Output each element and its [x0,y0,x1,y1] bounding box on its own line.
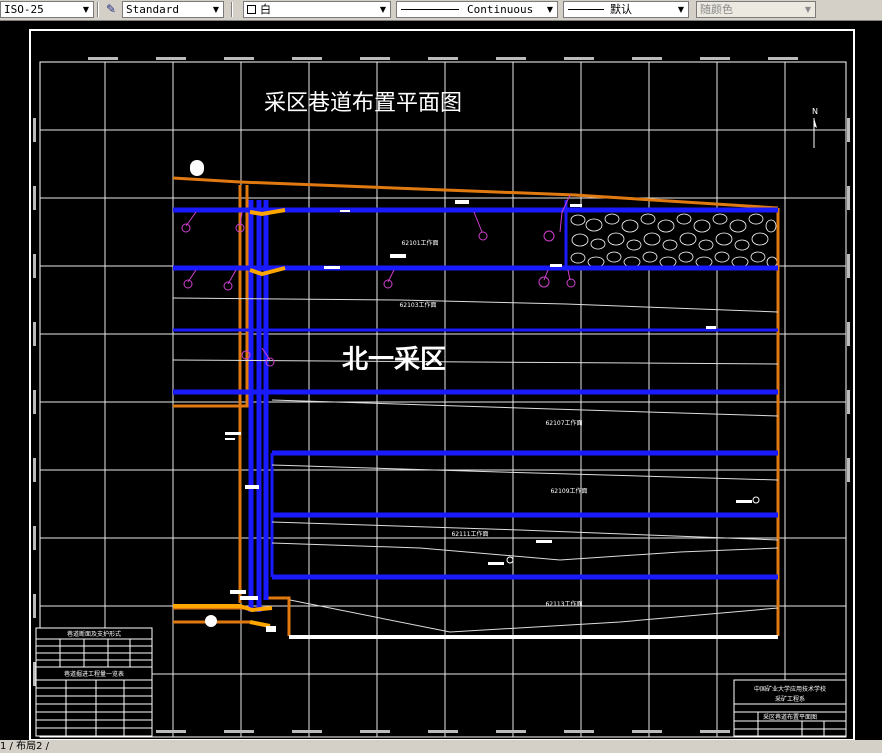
chevron-down-icon[interactable]: ▼ [376,2,390,17]
paper-border [29,29,855,740]
linetype-sample-icon [401,9,459,10]
drawing-canvas[interactable]: 采区巷道布置平面图 N 62101工作面 62103工作面 62107工作面 6… [0,21,882,740]
face-label: 62109工作面 [550,487,587,495]
face-label: 62103工作面 [399,301,436,309]
legend-header: 巷道断面及支护形式 [67,630,121,638]
color-select[interactable]: 白 ▼ [243,1,391,18]
titleblock-school: 中国矿业大学应用技术学校 [754,685,826,693]
chevron-down-icon[interactable]: ▼ [801,2,815,17]
face-labels: 62101工作面 62103工作面 62107工作面 62109工作面 6211… [399,239,587,608]
face-label: 62111工作面 [451,530,488,538]
textstyle-value: Standard [126,3,179,16]
textstyle-icon[interactable]: ✎ [102,1,120,18]
area-label: 北一采区 [342,345,446,375]
face-label: 62107工作面 [545,419,582,427]
legend-header: 巷道掘进工程量一览表 [64,670,124,678]
lineweight-select[interactable]: 默认 ▼ [563,1,689,18]
toolbar-separator [97,2,99,17]
titleblock-dept: 采矿工程系 [775,695,805,703]
linetype-select[interactable]: Continuous ▼ [396,1,558,18]
north-arrow-icon: N [812,107,818,148]
legend-table: 巷道断面及支护形式 巷道掘进工程量一览表 [35,627,153,737]
chevron-down-icon[interactable]: ▼ [79,2,93,17]
plotstyle-select[interactable]: 随颜色 ▼ [696,1,816,18]
plotstyle-value: 随颜色 [700,3,733,16]
dimstyle-select[interactable]: ISO-25 ▼ [0,1,94,18]
titleblock-drawing-name: 采区巷道布置平面图 [763,713,817,721]
linetype-value: Continuous [467,3,534,16]
grid-tick-labels [33,57,850,733]
chevron-down-icon[interactable]: ▼ [674,2,688,17]
gob-hatch-area [565,209,779,271]
color-value: 白 [260,3,271,16]
main-roadways [248,200,269,612]
chevron-down-icon[interactable]: ▼ [543,2,557,17]
drawing-title: 采区巷道布置平面图 [264,91,462,116]
lineweight-sample-icon [568,9,604,10]
chevron-down-icon[interactable]: ▼ [209,2,223,17]
title-block: 中国矿业大学应用技术学校 采矿工程系 采区巷道布置平面图 [733,679,847,737]
lineweight-value: 默认 [610,3,632,16]
layout-tabs[interactable]: 1 / 布局2 / [0,740,49,753]
properties-toolbar: ISO-25 ▼ ✎ Standard ▼ 白 ▼ Continuous ▼ 默… [0,0,882,21]
layout-tabs-bar: 1 / 布局2 / [0,740,882,753]
north-label: N [812,107,818,116]
toolbar-separator [231,2,233,17]
color-swatch-icon [247,5,256,14]
face-label: 62101工作面 [401,239,438,247]
dimstyle-value: ISO-25 [4,3,44,16]
face-label: 62113工作面 [545,600,582,608]
textstyle-select[interactable]: Standard ▼ [122,1,224,18]
